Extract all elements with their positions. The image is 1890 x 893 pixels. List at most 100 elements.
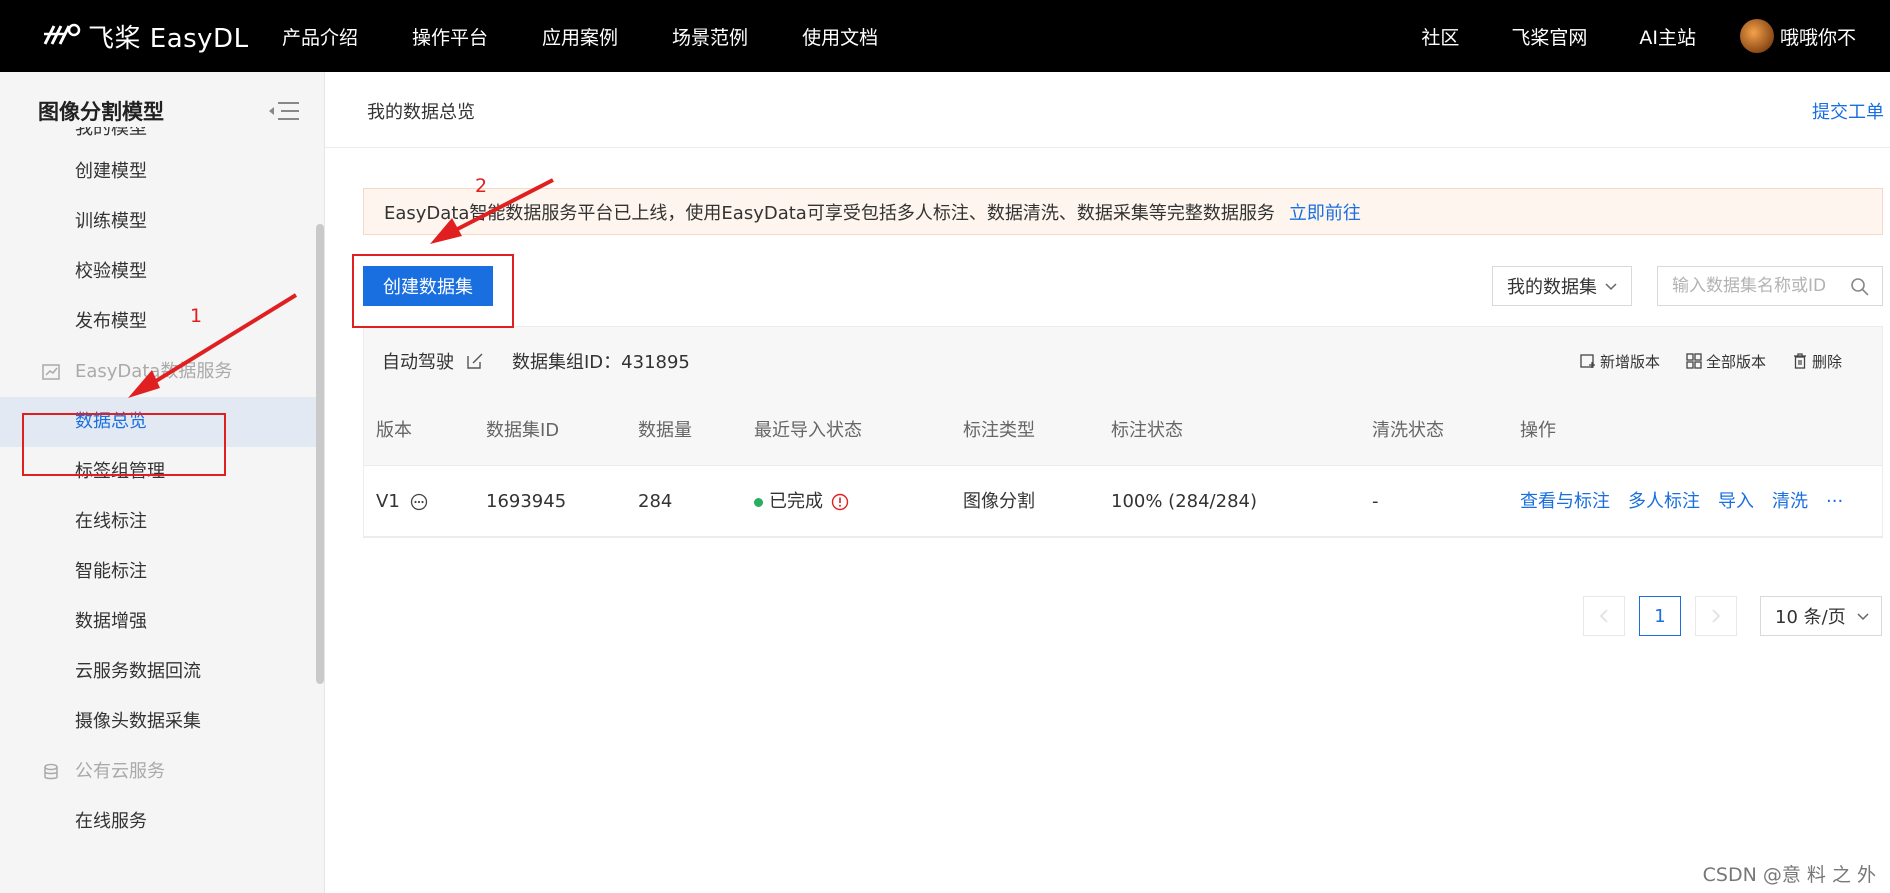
nav-paddle-site[interactable]: 飞桨官网	[1511, 23, 1587, 50]
nav-scenarios[interactable]: 场景范例	[672, 23, 748, 50]
clean-status-cell: -	[1372, 491, 1379, 512]
sidebar-item-my-models[interactable]: 我的模型	[0, 127, 316, 147]
dataset-filter-select[interactable]: 我的数据集	[1492, 266, 1632, 306]
chevron-down-icon	[1605, 283, 1617, 291]
annotation-number-1: 1	[190, 305, 203, 327]
all-versions-label: 全部版本	[1705, 352, 1766, 371]
annotation-box-step1	[22, 413, 226, 476]
sidebar-group-label: 公有云服务	[75, 761, 165, 782]
sidebar-item-train-model[interactable]: 训练模型	[0, 197, 316, 247]
nav-ai-site[interactable]: AI主站	[1639, 23, 1696, 50]
delete-label: 删除	[1811, 352, 1842, 371]
nav-community[interactable]: 社区	[1421, 23, 1459, 50]
column-header: 最近导入状态	[754, 420, 862, 441]
nav-platform[interactable]: 操作平台	[412, 23, 488, 50]
annotation-number-2: 2	[475, 175, 488, 197]
clean-link[interactable]: 清洗	[1772, 491, 1808, 512]
sidebar-item-camera-collection[interactable]: 摄像头数据采集	[0, 697, 316, 747]
sidebar-scrollbar[interactable]	[316, 224, 324, 684]
add-version-icon	[1580, 354, 1595, 368]
easydl-logo[interactable]: 飞桨 EasyDL	[42, 18, 249, 54]
column-header: 数据集ID	[486, 420, 560, 441]
prev-page-button[interactable]	[1583, 596, 1625, 636]
operations-cell: 查看与标注 多人标注 导入 清洗 ···	[1520, 466, 1861, 537]
search-icon[interactable]	[1850, 277, 1870, 297]
column-header: 标注类型	[963, 420, 1035, 441]
csdn-watermark: CSDN @意 料 之 外	[1702, 864, 1876, 886]
sidebar-item-data-augmentation[interactable]: 数据增强	[0, 597, 316, 647]
paddle-logo-icon	[43, 23, 81, 45]
import-status-cell: 已完成	[754, 466, 849, 537]
dataset-group-panel: 自动驾驶 数据集组ID：431895 新增版本 全部版本 删除 版本 数据集ID…	[363, 326, 1883, 538]
table-header-row: 版本 数据集ID 数据量 最近导入状态 标注类型 标注状态 清洗状态 操作	[364, 395, 1882, 466]
user-menu[interactable]: 哦哦你不	[1739, 19, 1856, 53]
delete-button[interactable]: 删除	[1792, 351, 1842, 372]
sidebar-title: 图像分割模型	[38, 100, 164, 124]
view-and-label-link[interactable]: 查看与标注	[1520, 491, 1610, 512]
sidebar-item-cloud-data-return[interactable]: 云服务数据回流	[0, 647, 316, 697]
more-circle-icon[interactable]	[410, 493, 428, 511]
sidebar-item-validate-model[interactable]: 校验模型	[0, 247, 316, 297]
database-icon	[44, 763, 58, 780]
all-versions-button[interactable]: 全部版本	[1686, 351, 1766, 372]
sidebar-item-label: 我的模型	[75, 127, 147, 139]
easydata-notice-banner: EasyData智能数据服务平台已上线，使用EasyData可享受包括多人标注、…	[363, 188, 1883, 235]
chevron-left-icon	[1599, 609, 1608, 623]
chevron-right-icon	[1712, 609, 1721, 623]
multi-person-label-link[interactable]: 多人标注	[1628, 491, 1700, 512]
more-ops-link[interactable]: ···	[1826, 491, 1843, 512]
notice-text: EasyData智能数据服务平台已上线，使用EasyData可享受包括多人标注、…	[384, 202, 1275, 224]
collapse-menu-icon[interactable]	[268, 100, 300, 122]
page-size-select[interactable]: 10 条/页	[1760, 596, 1882, 636]
import-status-text: 已完成	[769, 491, 823, 512]
user-name[interactable]: 哦哦你不	[1780, 23, 1856, 50]
dataset-group-name: 自动驾驶	[382, 352, 454, 373]
page-number-current[interactable]: 1	[1639, 596, 1681, 636]
sidebar-item-smart-labeling[interactable]: 智能标注	[0, 547, 316, 597]
dataset-id-cell: 1693945	[486, 491, 567, 512]
next-page-button[interactable]	[1695, 596, 1737, 636]
top-navigation-bar: 飞桨 EasyDL 产品介绍 操作平台 应用案例 场景范例 使用文档 社区 飞桨…	[0, 0, 1890, 72]
content-header: 我的数据总览 提交工单	[325, 72, 1890, 148]
nav-product-intro[interactable]: 产品介绍	[282, 23, 358, 50]
avatar[interactable]	[1739, 19, 1774, 53]
dataset-group-id: 数据集组ID：431895	[512, 352, 690, 373]
edit-icon[interactable]	[466, 352, 484, 370]
add-version-label: 新增版本	[1599, 352, 1660, 371]
chart-icon	[42, 364, 60, 380]
nav-cases[interactable]: 应用案例	[542, 23, 618, 50]
import-link[interactable]: 导入	[1718, 491, 1754, 512]
main-nav: 产品介绍 操作平台 应用案例 场景范例 使用文档	[282, 0, 932, 72]
column-header: 清洗状态	[1372, 420, 1444, 441]
alert-icon[interactable]	[831, 493, 849, 511]
label-status-cell: 100% (284/284)	[1111, 491, 1258, 512]
page-size-value: 10 条/页	[1775, 607, 1846, 628]
data-count-cell: 284	[638, 491, 673, 512]
sidebar-item-online-service[interactable]: 在线服务	[0, 797, 316, 847]
submit-ticket-link[interactable]: 提交工单	[1812, 98, 1884, 124]
sidebar-menu: 我的模型 创建模型 训练模型 校验模型 发布模型 EasyData数据服务 数据…	[0, 127, 316, 847]
table-row: V1 1693945 284 已完成 图像分割 100% (284/284) -…	[364, 466, 1882, 537]
dataset-search-input[interactable]	[1658, 267, 1838, 305]
success-dot-icon	[754, 497, 763, 507]
version-cell: V1	[376, 466, 428, 537]
dataset-group-actions: 新增版本 全部版本 删除	[1554, 327, 1842, 395]
add-version-button[interactable]: 新增版本	[1580, 351, 1660, 372]
dataset-search	[1657, 266, 1883, 306]
nav-docs[interactable]: 使用文档	[802, 23, 878, 50]
sidebar-header: 图像分割模型	[38, 96, 300, 126]
secondary-nav: 社区 飞桨官网 AI主站 哦哦你不	[1369, 0, 1856, 72]
annotation-box-step2	[352, 254, 514, 328]
sidebar: 图像分割模型 我的模型 创建模型 训练模型 校验模型 发布模型 EasyData…	[0, 72, 325, 893]
sidebar-group-label: EasyData数据服务	[75, 361, 233, 382]
notice-go-link[interactable]: 立即前往	[1289, 199, 1361, 225]
breadcrumb: 我的数据总览	[367, 102, 475, 123]
grid-icon	[1686, 353, 1702, 369]
sidebar-item-online-labeling[interactable]: 在线标注	[0, 497, 316, 547]
sidebar-item-publish-model[interactable]: 发布模型	[0, 297, 316, 347]
trash-icon	[1793, 353, 1806, 369]
sidebar-group-easydata: EasyData数据服务	[0, 347, 316, 397]
dataset-group-header: 自动驾驶 数据集组ID：431895 新增版本 全部版本 删除	[364, 327, 1882, 395]
sidebar-item-create-model[interactable]: 创建模型	[0, 147, 316, 197]
sidebar-group-public-cloud: 公有云服务	[0, 747, 316, 797]
